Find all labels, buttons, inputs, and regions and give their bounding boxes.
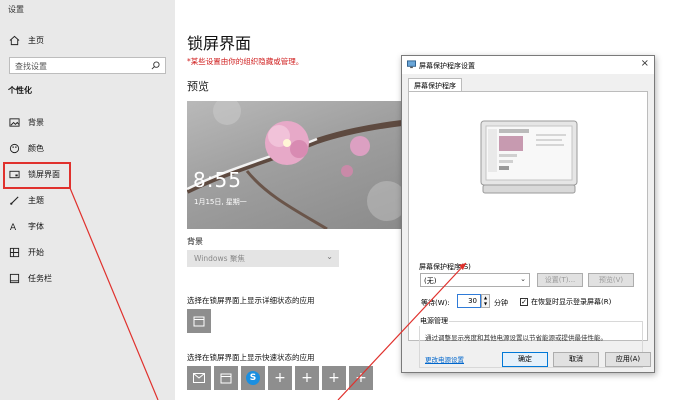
chevron-down-icon: ⌄ [326, 252, 333, 261]
calendar-app-tile[interactable] [214, 366, 238, 390]
preview-heading: 预览 [187, 80, 209, 93]
search-placeholder: 查找设置 [15, 62, 47, 71]
search-icon [151, 61, 160, 70]
resume-login-checkbox[interactable]: ✓ [520, 298, 528, 306]
ok-button[interactable]: 确定 [502, 352, 548, 367]
section-label: 个性化 [8, 86, 32, 95]
skype-app-tile[interactable]: S [241, 366, 265, 390]
svg-text:A: A [9, 222, 16, 232]
wait-label: 等待(W): [421, 299, 450, 307]
skype-icon: S [246, 371, 260, 385]
apply-button[interactable]: 应用(A) [605, 352, 651, 367]
screensaver-dialog: 屏幕保护程序设置 × 屏幕保护程序 屏幕保护程序(S) (无) ⌄ 设置(T).… [401, 55, 655, 373]
taskbar-icon [0, 273, 28, 284]
monitor-icon [407, 60, 416, 69]
sidebar-item-label: 颜色 [28, 143, 44, 153]
sidebar-item-start[interactable]: 开始 [0, 241, 175, 263]
home-icon [0, 35, 28, 46]
highlight-box [3, 162, 71, 189]
plus-icon: + [301, 370, 313, 386]
screensaver-value: (无) [424, 277, 437, 285]
preview-date: 1月15日, 星期一 [194, 198, 247, 206]
sidebar-item-background[interactable]: 背景 [0, 111, 175, 133]
brush-icon [0, 195, 28, 206]
preview-time: 8:55 [193, 168, 242, 192]
power-management-title: 电源管理 [419, 316, 449, 326]
palette-icon [0, 143, 28, 154]
preview-button[interactable]: 预览(V) [588, 273, 634, 287]
plus-icon: + [355, 370, 367, 386]
sidebar-item-label: 背景 [28, 117, 44, 127]
minutes-label: 分钟 [494, 299, 508, 307]
monitor-preview [480, 120, 578, 194]
background-label: 背景 [187, 237, 203, 246]
font-icon: A [0, 221, 28, 232]
add-app-button[interactable]: + [322, 366, 346, 390]
wait-minutes-input[interactable]: 30 [457, 294, 481, 308]
wait-stepper[interactable]: ▲ ▼ [481, 294, 490, 308]
tab-screensaver[interactable]: 屏幕保护程序 [408, 78, 462, 92]
start-grid-icon [0, 247, 28, 258]
chevron-down-icon: ⌄ [520, 275, 526, 283]
sidebar-item-label: 任务栏 [28, 273, 52, 283]
sidebar-item-label: 主题 [28, 195, 44, 205]
screensaver-group-label: 屏幕保护程序(S) [419, 263, 471, 271]
add-app-button[interactable]: + [268, 366, 292, 390]
managed-note: *某些设置由你的组织隐藏或管理。 [187, 57, 304, 66]
mail-icon [193, 373, 205, 383]
calendar-app-tile[interactable] [187, 309, 211, 333]
sidebar-item-themes[interactable]: 主题 [0, 189, 175, 211]
dialog-titlebar[interactable]: 屏幕保护程序设置 × [402, 56, 654, 74]
dialog-panel: 屏幕保护程序(S) (无) ⌄ 设置(T)... 预览(V) 等待(W): 30… [408, 91, 648, 368]
power-management-description: 通过调整显示亮度和其他电源设置以节省能源或提供最佳性能。 [425, 334, 607, 342]
add-app-button[interactable]: + [349, 366, 373, 390]
background-select[interactable]: Windows 聚焦 ⌄ [187, 250, 339, 267]
picture-icon [0, 117, 28, 128]
close-icon[interactable]: × [641, 58, 649, 69]
quick-status-label: 选择在锁屏界面上显示快速状态的应用 [187, 353, 315, 362]
cancel-button[interactable]: 取消 [553, 352, 599, 367]
calendar-icon [220, 373, 232, 384]
sidebar-item-label: 开始 [28, 247, 44, 257]
calendar-icon [193, 316, 205, 327]
search-input[interactable]: 查找设置 [9, 57, 166, 74]
page-title: 锁屏界面 [187, 34, 252, 53]
resume-login-label: 在恢复时显示登录屏幕(R) [531, 298, 612, 306]
sidebar-item-label: 主页 [28, 35, 44, 45]
detail-status-label: 选择在锁屏界面上显示详细状态的应用 [187, 296, 315, 305]
screensaver-select[interactable]: (无) ⌄ [420, 273, 530, 287]
blossom-image [187, 101, 402, 229]
plus-icon: + [274, 370, 286, 386]
settings-button[interactable]: 设置(T)... [537, 273, 583, 287]
sidebar-item-fonts[interactable]: A 字体 [0, 215, 175, 237]
lock-screen-preview: 8:55 1月15日, 星期一 [187, 101, 402, 229]
add-app-button[interactable]: + [295, 366, 319, 390]
sidebar-item-colors[interactable]: 颜色 [0, 137, 175, 159]
sidebar-item-label: 字体 [28, 221, 44, 231]
sidebar-item-taskbar[interactable]: 任务栏 [0, 267, 175, 289]
background-value: Windows 聚焦 [194, 254, 245, 263]
dialog-title: 屏幕保护程序设置 [419, 62, 475, 70]
app-title: 设置 [8, 5, 24, 14]
sidebar-item-home[interactable]: 主页 [0, 29, 175, 51]
change-power-settings-link[interactable]: 更改电源设置 [425, 354, 464, 364]
sidebar: 设置 主页 查找设置 个性化 背景 颜色 锁屏界面 主题 A 字体 开始 任务栏 [0, 0, 175, 400]
plus-icon: + [328, 370, 340, 386]
mail-app-tile[interactable] [187, 366, 211, 390]
